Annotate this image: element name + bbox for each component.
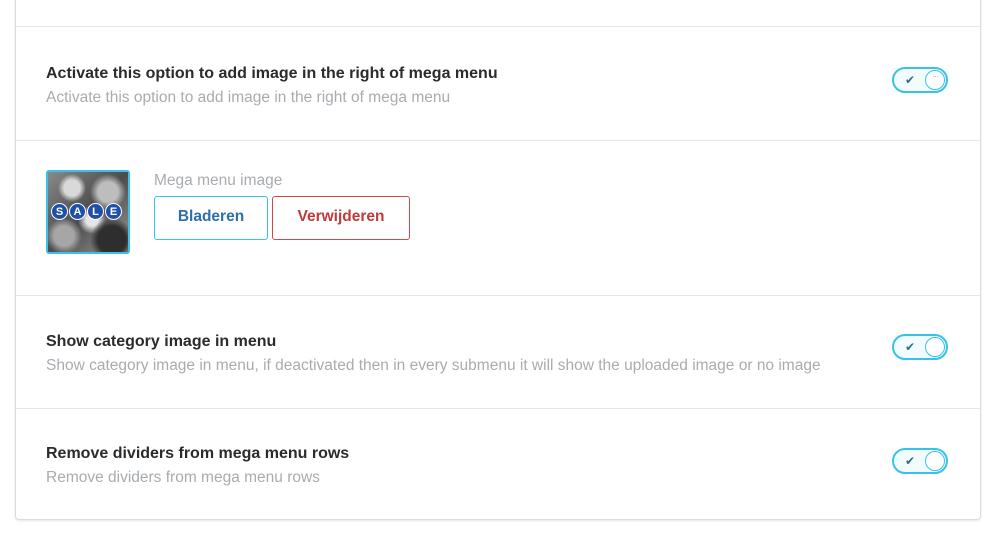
setting-description: Remove dividers from mega menu rows (46, 469, 320, 486)
right-image-toggle[interactable]: ✔ ··· (892, 67, 948, 93)
check-icon: ✔ (905, 454, 916, 468)
setting-description: Activate this option to add image in the… (46, 89, 451, 106)
divider (16, 295, 980, 296)
check-icon: ✔ (905, 73, 916, 87)
settings-card: Activate this option to add image in the… (15, 0, 981, 520)
sale-letter: A (69, 203, 86, 220)
browse-button[interactable]: Bladeren (154, 196, 268, 240)
sale-letter: E (105, 203, 122, 220)
setting-category-image: Show category image in menu Show categor… (46, 332, 950, 376)
setting-description: Show category image in menu, if deactiva… (46, 357, 821, 374)
toggle-knob: ··· (925, 70, 945, 90)
setting-title: Remove dividers from mega menu rows (46, 445, 350, 462)
check-icon: ✔ (905, 340, 916, 354)
setting-remove-dividers: Remove dividers from mega menu rows Remo… (46, 444, 950, 488)
sale-badge: S A L E (51, 203, 122, 220)
divider (16, 408, 980, 409)
sale-letter: S (51, 203, 68, 220)
setting-right-image: Activate this option to add image in the… (46, 64, 950, 108)
mega-menu-image-label: Mega menu image (154, 172, 283, 189)
toggle-knob (925, 337, 945, 357)
setting-title: Activate this option to add image in the… (46, 65, 498, 82)
toggle-knob (925, 451, 945, 471)
dots-icon: ··· (932, 72, 939, 81)
setting-title: Show category image in menu (46, 333, 277, 350)
remove-button[interactable]: Verwijderen (272, 196, 410, 240)
remove-dividers-toggle[interactable]: ✔ (892, 448, 948, 474)
divider (16, 26, 980, 27)
mega-menu-image-thumbnail[interactable]: S A L E (46, 170, 130, 254)
divider (16, 140, 980, 141)
category-image-toggle[interactable]: ✔ (892, 334, 948, 360)
sale-letter: L (87, 203, 104, 220)
